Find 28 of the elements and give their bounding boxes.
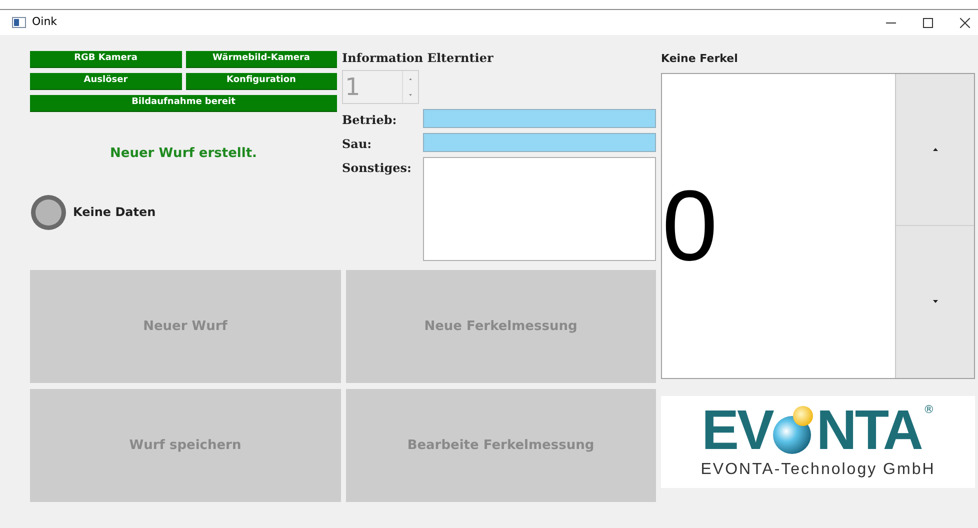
logo-lettering: EV	[702, 402, 772, 458]
field-label: Sau:	[342, 136, 373, 153]
section-title: Information Elterntier	[342, 50, 494, 67]
window-title: Oink	[32, 14, 58, 30]
field-label: Betrieb:	[342, 112, 398, 129]
device-button[interactable]: Konfiguration	[186, 73, 337, 90]
increment-button[interactable]	[896, 74, 974, 226]
field-label: Sonstiges:	[342, 160, 412, 177]
indicator-label: Keine Daten	[73, 204, 156, 221]
app-icon	[12, 17, 26, 28]
maximize-icon[interactable]	[923, 18, 933, 28]
status-message: Neuer Wurf erstellt.	[109, 145, 258, 163]
up-arrow-icon	[932, 148, 938, 151]
device-button[interactable]: Wärmebild-Kamera	[186, 51, 337, 68]
device-button[interactable]: RGB Kamera	[30, 51, 182, 68]
down-arrow-icon	[932, 300, 938, 304]
piglet-count: 0	[662, 176, 718, 276]
decrement-button[interactable]	[896, 226, 974, 378]
piglet-count-title: Keine Ferkel	[661, 51, 739, 67]
logo-subtitle: EVONTA-Technology GmbH	[700, 460, 936, 480]
registered-mark: ®	[923, 402, 934, 418]
logo-lettering: NTA	[816, 402, 922, 458]
text-field[interactable]	[423, 109, 656, 128]
close-icon[interactable]	[960, 18, 970, 28]
text-field[interactable]	[423, 133, 656, 152]
device-button[interactable]: Auslöser	[30, 73, 182, 90]
device-button[interactable]: Bildaufnahme bereit	[30, 95, 337, 112]
notes-field[interactable]	[423, 157, 656, 261]
